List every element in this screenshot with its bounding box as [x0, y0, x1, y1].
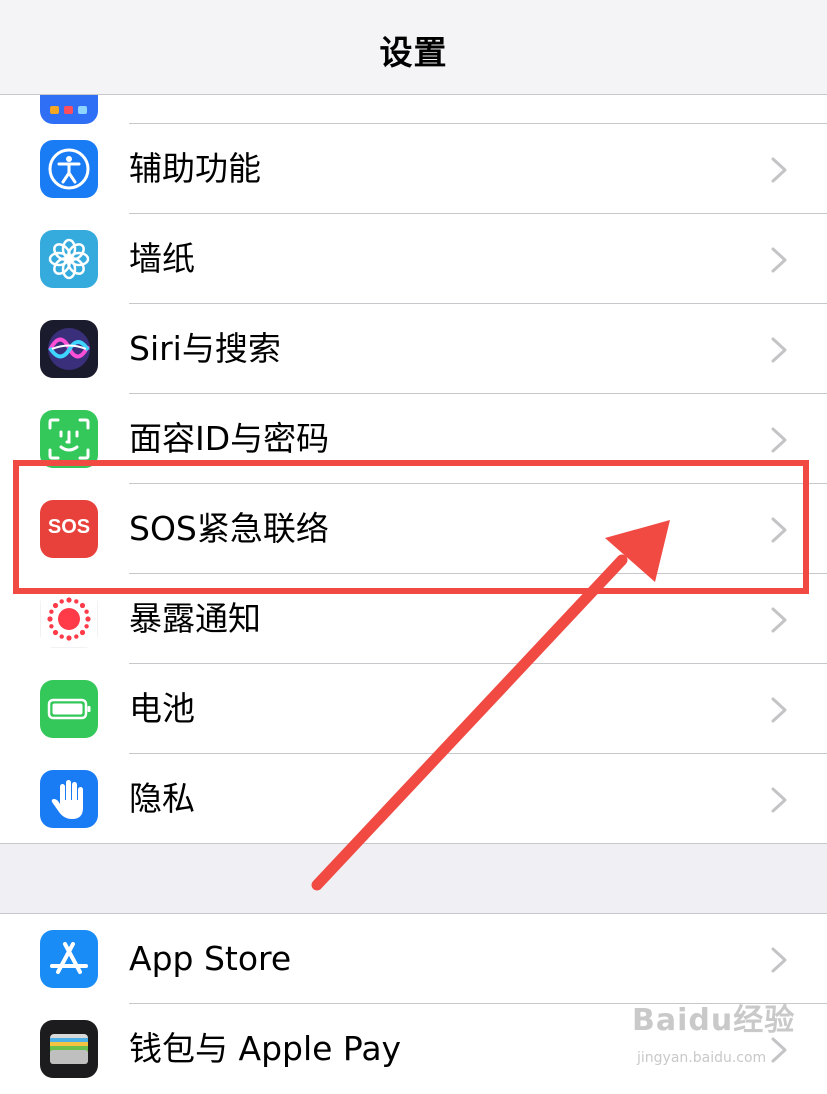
settings-row-label: 钱包与 Apple Pay	[129, 1029, 402, 1068]
settings-row-privacy[interactable]: 隐私	[0, 754, 827, 844]
chevron-right-icon	[771, 1037, 787, 1063]
chevron-right-icon	[771, 247, 787, 273]
settings-row-label: 墙纸	[129, 239, 195, 278]
settings-row-accessibility[interactable]: 辅助功能	[0, 124, 827, 214]
settings-row-label: App Store	[129, 939, 292, 978]
chevron-right-icon	[771, 607, 787, 633]
section-separator	[0, 843, 827, 914]
chevron-right-icon	[771, 337, 787, 363]
settings-row-label: 电池	[129, 689, 195, 728]
settings-row-label: Siri与搜索	[129, 329, 281, 368]
watermark-url: jingyan.baidu.com	[637, 1050, 767, 1066]
chevron-right-icon	[771, 947, 787, 973]
home-screen-icon	[40, 94, 98, 124]
chevron-right-icon	[771, 787, 787, 813]
battery-icon	[40, 680, 98, 738]
settings-row-label: 辅助功能	[129, 149, 261, 188]
watermark-logo: Baidu经验	[632, 1003, 796, 1038]
settings-row-battery[interactable]: 电池	[0, 664, 827, 754]
chevron-right-icon	[771, 157, 787, 183]
highlight-box	[13, 460, 809, 594]
exposure-notification-icon	[40, 590, 98, 648]
settings-row-label: 隐私	[129, 779, 195, 818]
page-title: 设置	[379, 33, 448, 72]
wallet-icon	[40, 1020, 98, 1078]
wallpaper-icon	[40, 230, 98, 288]
chevron-right-icon	[771, 697, 787, 723]
partial-row-home-screen[interactable]	[0, 94, 827, 124]
navigation-bar: 设置	[0, 0, 827, 95]
settings-row-app-store[interactable]: App Store	[0, 914, 827, 1004]
settings-row-siri[interactable]: Siri与搜索	[0, 304, 827, 394]
chevron-right-icon	[771, 427, 787, 453]
app-store-icon	[40, 930, 98, 988]
siri-icon	[40, 320, 98, 378]
privacy-hand-icon	[40, 770, 98, 828]
accessibility-icon	[40, 140, 98, 198]
settings-row-wallpaper[interactable]: 墙纸	[0, 214, 827, 304]
